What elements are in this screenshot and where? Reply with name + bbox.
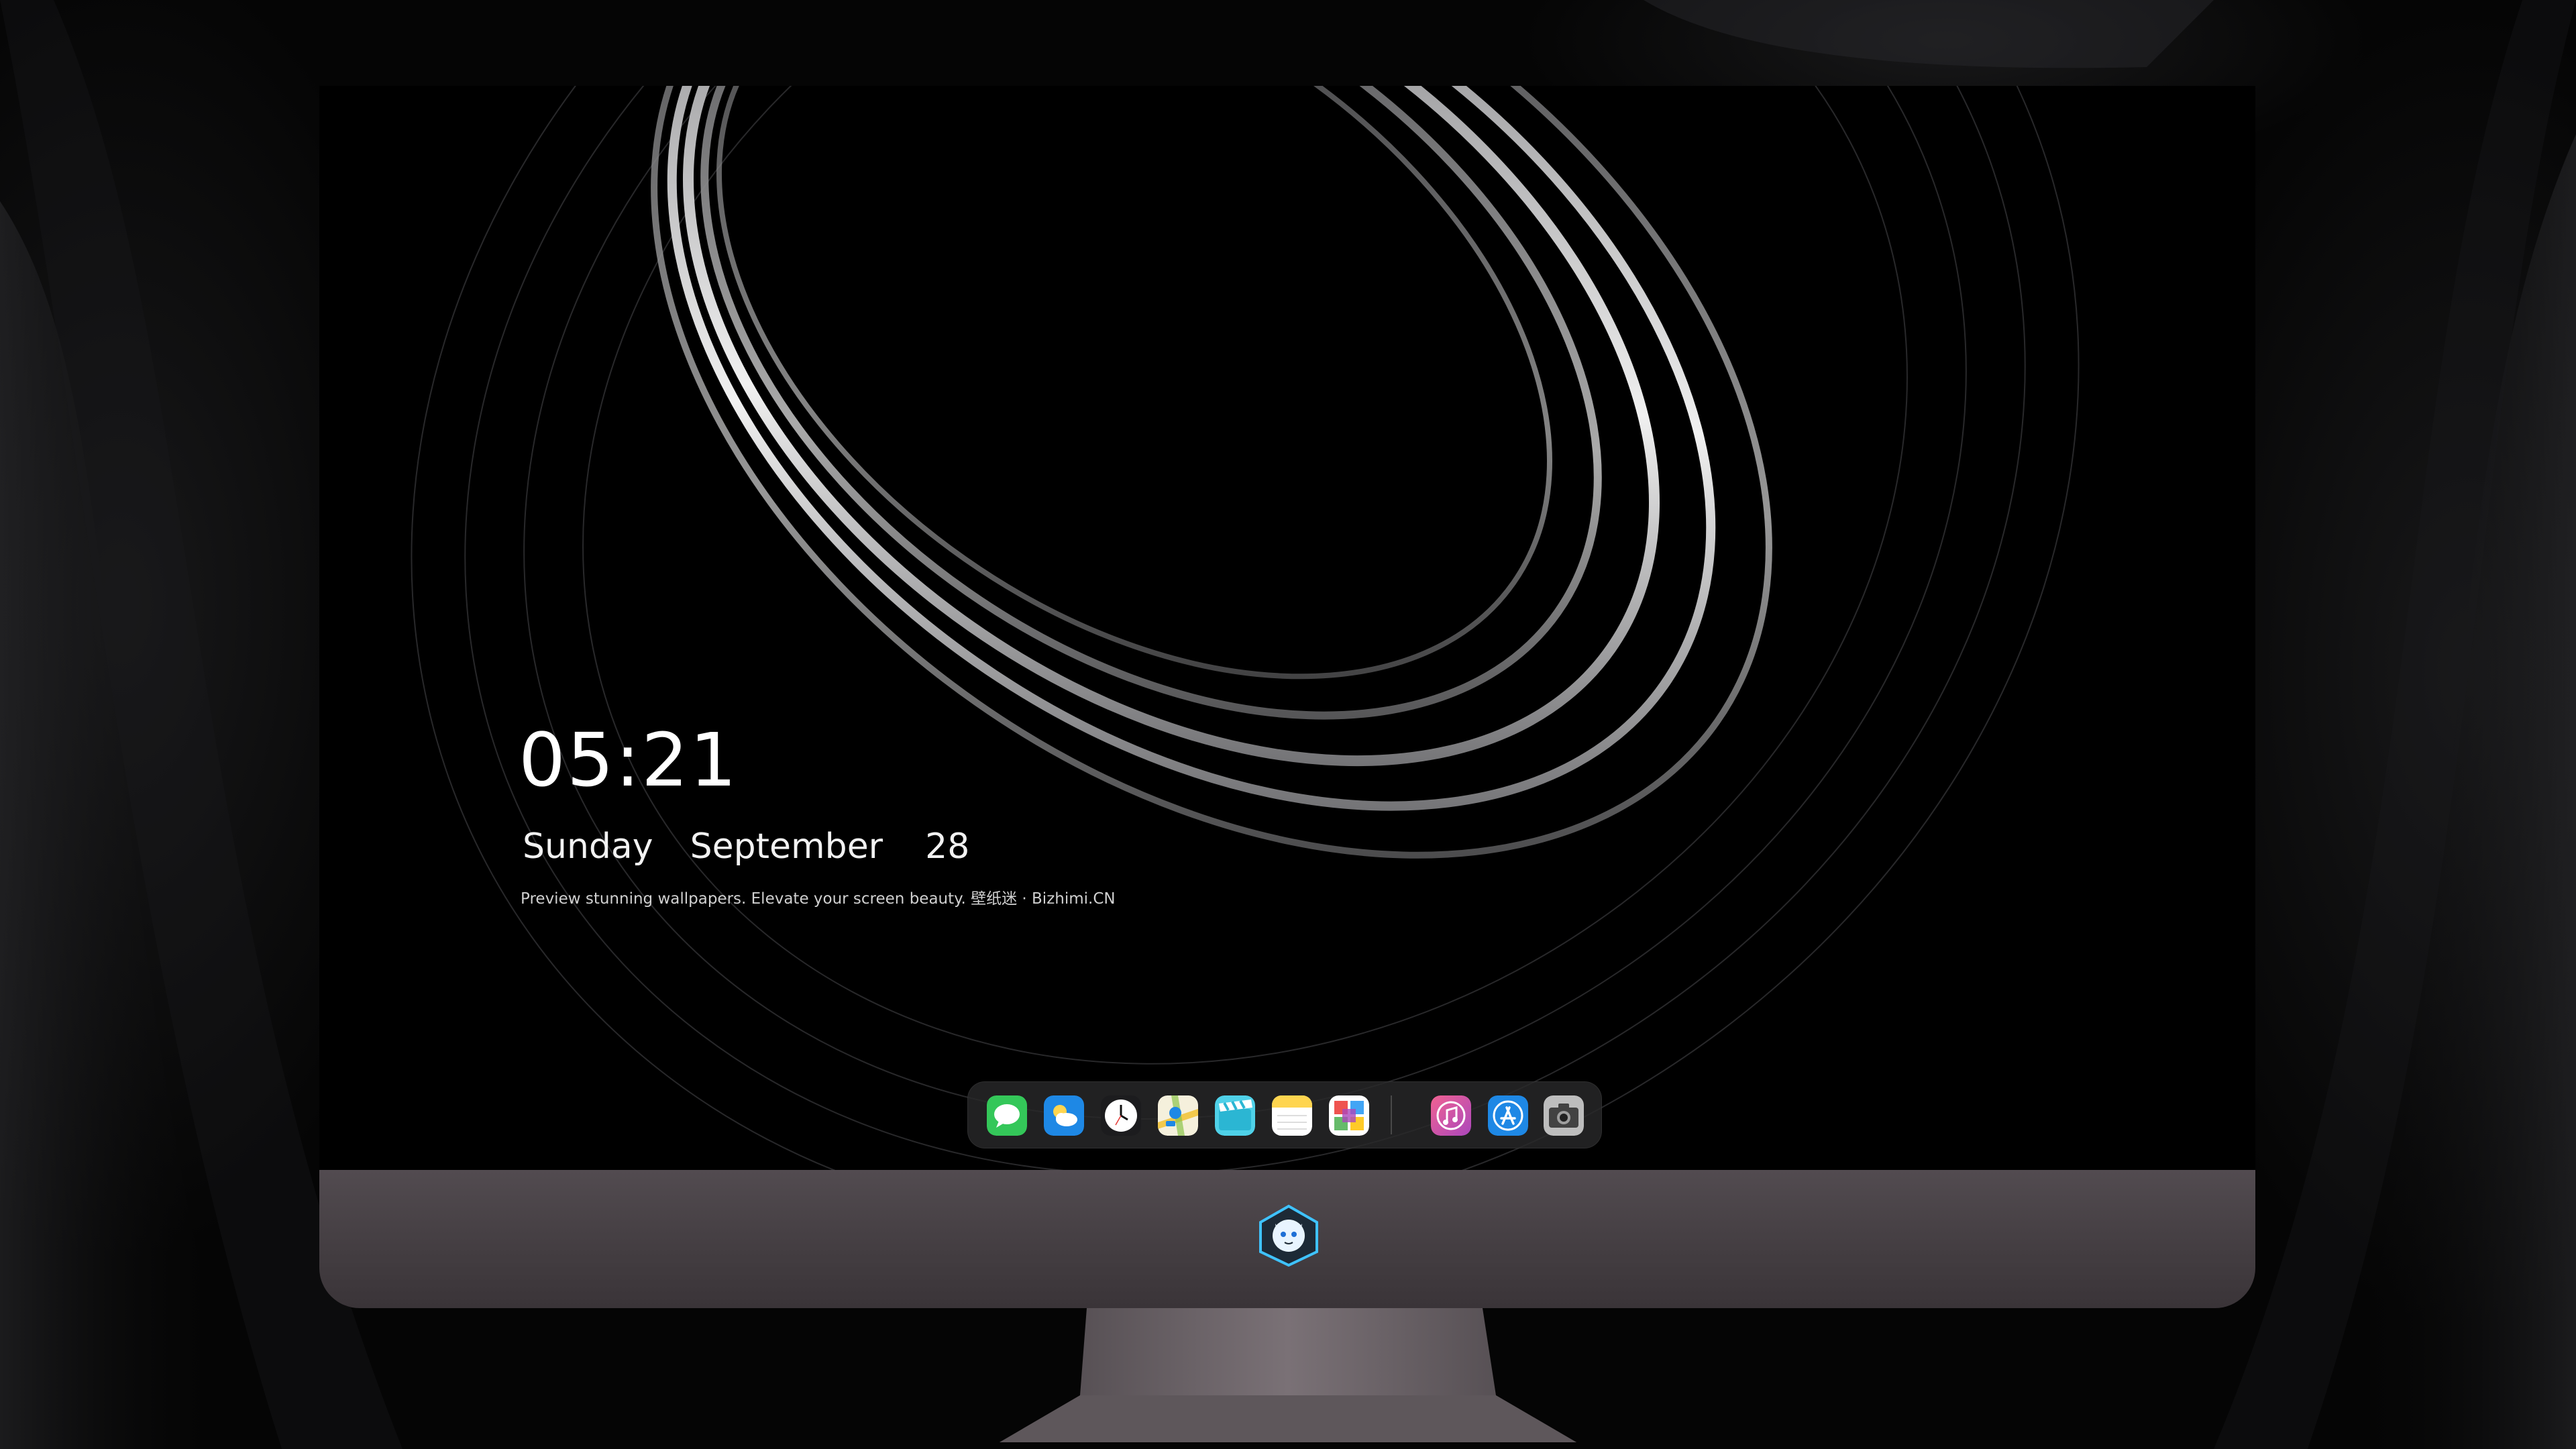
monitor-stand	[1000, 1308, 1576, 1442]
camera-icon[interactable]	[1544, 1095, 1584, 1136]
itunes-icon[interactable]	[1431, 1095, 1471, 1136]
clock-icon[interactable]	[1101, 1095, 1141, 1136]
weather-icon[interactable]	[1044, 1095, 1084, 1136]
maps-icon[interactable]	[1158, 1095, 1198, 1136]
brand-mascot-logo	[1259, 1204, 1318, 1267]
monitor-screen: 05:21 Sunday September 28 Preview stunni…	[319, 86, 2255, 1170]
app-store-icon[interactable]	[1488, 1095, 1528, 1136]
messages-icon[interactable]	[987, 1095, 1027, 1136]
photo-grid-icon[interactable]	[1329, 1095, 1369, 1136]
wallpaper-rings	[411, 86, 2080, 1170]
lock-screen-clock: 05:21	[519, 717, 739, 803]
notes-icon[interactable]	[1272, 1095, 1312, 1136]
lock-screen-date: Sunday September 28	[523, 826, 969, 867]
dock	[967, 1081, 1602, 1148]
date-weekday: Sunday	[523, 826, 653, 867]
date-month: September	[690, 826, 883, 867]
dock-separator	[1391, 1095, 1392, 1134]
date-day: 28	[925, 826, 970, 867]
lock-screen-tagline: Preview stunning wallpapers. Elevate you…	[521, 890, 1116, 908]
clips-icon[interactable]	[1215, 1095, 1255, 1136]
monitor-chin	[319, 1170, 2255, 1308]
